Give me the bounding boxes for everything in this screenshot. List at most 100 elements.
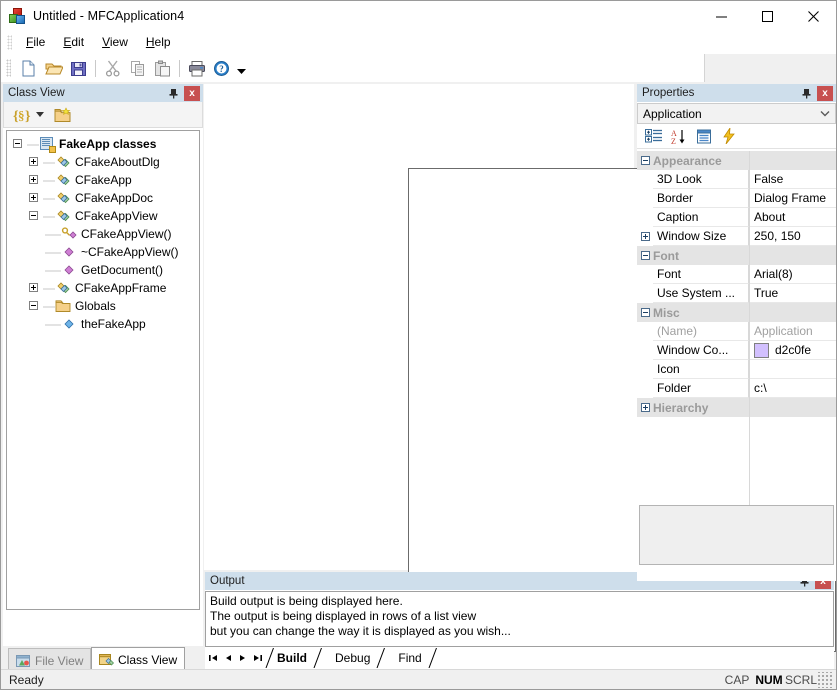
property-value[interactable]: d2c0fe bbox=[749, 341, 836, 360]
property-value[interactable]: c:\ bbox=[749, 379, 836, 398]
first-tab-button[interactable] bbox=[205, 648, 220, 668]
row-expander-plus-icon[interactable] bbox=[637, 227, 653, 246]
categorized-button[interactable] bbox=[641, 125, 666, 147]
alphabetical-button[interactable]: A Z bbox=[666, 125, 691, 147]
property-row[interactable]: Border Dialog Frame bbox=[637, 189, 836, 208]
paste-button[interactable] bbox=[150, 56, 175, 80]
toolbar-grip-handle[interactable] bbox=[6, 59, 11, 77]
tree-connector bbox=[45, 228, 61, 240]
menu-help[interactable]: Help bbox=[137, 32, 180, 53]
property-row[interactable]: Window Size 250, 150 bbox=[637, 227, 836, 246]
property-category-appearance[interactable]: Appearance bbox=[637, 151, 836, 170]
menu-file[interactable]: File bbox=[17, 32, 54, 53]
class-view-sort-button[interactable]: { § } bbox=[10, 104, 34, 126]
tree-connector bbox=[45, 318, 61, 330]
class-view-new-folder-button[interactable] bbox=[52, 104, 74, 126]
open-button[interactable] bbox=[41, 56, 66, 80]
tree-item-cfakeapp[interactable]: CFakeApp bbox=[13, 171, 199, 189]
classes-icon bbox=[39, 136, 56, 153]
resize-grip-icon[interactable] bbox=[817, 671, 833, 688]
property-row[interactable]: Use System ... True bbox=[637, 284, 836, 303]
property-category-font[interactable]: Font bbox=[637, 246, 836, 265]
property-category-hierarchy[interactable]: Hierarchy bbox=[637, 398, 836, 417]
copy-button[interactable] bbox=[125, 56, 150, 80]
category-expander-minus-icon[interactable] bbox=[637, 151, 653, 170]
tree-item-thefakeapp[interactable]: theFakeApp bbox=[13, 315, 199, 333]
events-button[interactable] bbox=[716, 125, 741, 147]
chevron-down-icon bbox=[36, 111, 44, 117]
property-row[interactable]: Font Arial(8) bbox=[637, 265, 836, 284]
menu-view[interactable]: View bbox=[93, 32, 137, 53]
category-expander-plus-icon[interactable] bbox=[637, 398, 653, 417]
class-view-close-button[interactable]: x bbox=[184, 85, 200, 101]
save-button[interactable] bbox=[66, 56, 91, 80]
property-value[interactable]: Arial(8) bbox=[749, 265, 836, 284]
menu-grip-handle[interactable] bbox=[7, 35, 12, 50]
output-text-area[interactable]: Build output is being displayed here. Th… bbox=[205, 591, 834, 647]
category-expander-minus-icon[interactable] bbox=[637, 246, 653, 265]
tree-item-cfakeappview-ctor[interactable]: CFakeAppView() bbox=[13, 225, 199, 243]
tree-connector bbox=[43, 282, 55, 294]
about-button[interactable]: ? bbox=[209, 56, 234, 80]
minimize-button[interactable] bbox=[698, 1, 744, 31]
properties-pin-button[interactable] bbox=[798, 85, 814, 101]
chevron-down-icon[interactable] bbox=[815, 110, 835, 117]
tree-item-cfakeappframe[interactable]: CFakeAppFrame bbox=[13, 279, 199, 297]
property-row[interactable]: Icon bbox=[637, 360, 836, 379]
output-tab-debug[interactable]: Debug bbox=[323, 648, 386, 668]
property-category-misc[interactable]: Misc bbox=[637, 303, 836, 322]
properties-close-button[interactable]: x bbox=[817, 85, 833, 101]
next-tab-button[interactable] bbox=[235, 648, 250, 668]
tree-expander-minus-icon[interactable] bbox=[29, 210, 40, 222]
output-line: Build output is being displayed here. bbox=[210, 594, 403, 608]
property-row[interactable]: Folder c:\ bbox=[637, 379, 836, 398]
property-value[interactable]: About bbox=[749, 208, 836, 227]
last-tab-button[interactable] bbox=[250, 648, 265, 668]
tree-item-cfakeappdoc[interactable]: CFakeAppDoc bbox=[13, 189, 199, 207]
tab-class-view-label: Class View bbox=[118, 653, 178, 667]
property-row[interactable]: (Name) Application bbox=[637, 322, 836, 341]
property-value[interactable]: 250, 150 bbox=[749, 227, 836, 246]
tree-item-cfakeaboutdlg[interactable]: CFakeAboutDlg bbox=[13, 153, 199, 171]
tree-item-fakeapp-classes[interactable]: FakeApp classes bbox=[13, 135, 199, 153]
properties-column-splitter[interactable] bbox=[749, 151, 750, 505]
property-name: (Name) bbox=[653, 322, 749, 341]
output-tab-build[interactable]: Build bbox=[265, 648, 322, 668]
variable-icon bbox=[61, 316, 77, 332]
tree-item-globals[interactable]: Globals bbox=[13, 297, 199, 315]
tree-expander-plus-icon[interactable] bbox=[29, 192, 40, 204]
class-view-tree[interactable]: FakeApp classes CFakeAboutDlg CFakeApp C… bbox=[6, 130, 200, 610]
property-value[interactable]: Dialog Frame bbox=[749, 189, 836, 208]
maximize-button[interactable] bbox=[744, 1, 790, 31]
property-value[interactable]: False bbox=[749, 170, 836, 189]
menu-edit[interactable]: Edit bbox=[54, 32, 93, 53]
prev-tab-button[interactable] bbox=[220, 648, 235, 668]
property-pages-button[interactable] bbox=[691, 125, 716, 147]
class-view-pin-button[interactable] bbox=[165, 85, 181, 101]
toolbar-overflow-button[interactable] bbox=[234, 56, 248, 80]
property-value[interactable] bbox=[749, 360, 836, 379]
property-row[interactable]: Window Co... d2c0fe bbox=[637, 341, 836, 360]
property-pages-icon bbox=[696, 129, 711, 143]
class-icon bbox=[55, 154, 71, 170]
category-expander-minus-icon[interactable] bbox=[637, 303, 653, 322]
tree-item-cfakeappview[interactable]: CFakeAppView bbox=[13, 207, 199, 225]
property-row[interactable]: Caption About bbox=[637, 208, 836, 227]
tree-item-cfakeappview-dtor[interactable]: ~CFakeAppView() bbox=[13, 243, 199, 261]
output-tab-find[interactable]: Find bbox=[386, 648, 437, 668]
tree-expander-plus-icon[interactable] bbox=[29, 156, 40, 168]
close-button[interactable] bbox=[790, 1, 836, 31]
property-value[interactable]: True bbox=[749, 284, 836, 303]
tree-item-getdocument[interactable]: GetDocument() bbox=[13, 261, 199, 279]
tree-expander-minus-icon[interactable] bbox=[13, 138, 24, 150]
status-indicator-scrl: SCRL bbox=[785, 672, 818, 687]
class-view-sort-dropdown[interactable] bbox=[34, 104, 46, 126]
tree-expander-minus-icon[interactable] bbox=[29, 300, 40, 312]
print-button[interactable] bbox=[184, 56, 209, 80]
property-row[interactable]: 3D Look False bbox=[637, 170, 836, 189]
tree-expander-plus-icon[interactable] bbox=[29, 282, 40, 294]
cut-button[interactable] bbox=[100, 56, 125, 80]
tree-expander-plus-icon[interactable] bbox=[29, 174, 40, 186]
new-button[interactable] bbox=[16, 56, 41, 80]
properties-object-selector[interactable]: Application bbox=[637, 103, 836, 124]
